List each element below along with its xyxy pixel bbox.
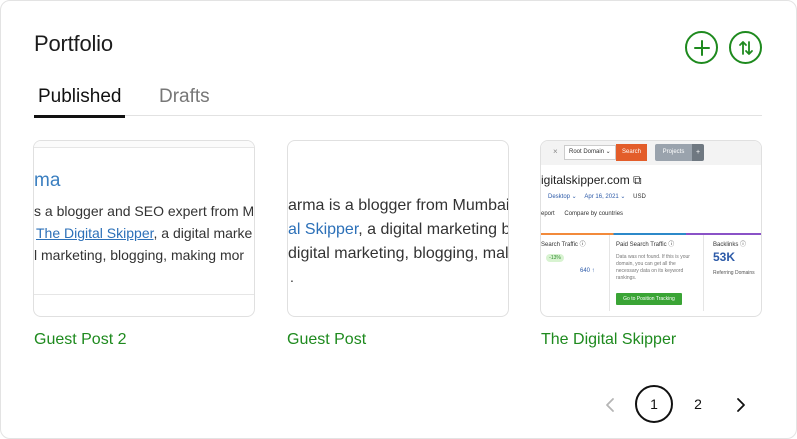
portfolio-card-thumbnail[interactable]: arma is a blogger from Mumbai, al Skippe… <box>287 140 509 317</box>
add-button[interactable] <box>685 31 718 64</box>
thumbnail-header-strip <box>34 141 254 148</box>
thumbnail-domain: igitalskipper.com ⧉ <box>541 173 642 187</box>
thumbnail-projects-button: Projects <box>655 144 692 161</box>
thumbnail-badge: -13% <box>546 254 564 262</box>
plus-icon <box>693 39 710 56</box>
thumbnail-divider <box>34 294 254 295</box>
close-icon: × <box>553 147 558 156</box>
thumbnail-text-line: al Skipper, a digital marketing bl <box>288 221 509 239</box>
thumbnail-date: Apr 16, 2021 ⌄ <box>584 194 626 200</box>
thumbnail-search-button: Search <box>616 144 647 161</box>
chevron-right-icon <box>737 398 745 412</box>
thumbnail-currency: USD <box>633 194 646 200</box>
card-title-guest-post[interactable]: Guest Post <box>287 331 366 349</box>
page-title: Portfolio <box>34 31 113 56</box>
thumbnail-toolbar: × Root Domain ⌄ Search Projects + <box>541 141 761 165</box>
thumbnail-text-line: The Digital Skipper, a digital marke <box>34 225 252 241</box>
plus-icon: + <box>692 144 704 161</box>
thumbnail-meta: Desktop ⌄ Apr 16, 2021 ⌄ USD <box>548 193 646 200</box>
pagination-page-1[interactable]: 1 <box>635 385 673 423</box>
thumbnail-column-divider <box>703 235 704 311</box>
pagination-page-2[interactable]: 2 <box>679 385 717 423</box>
sort-button[interactable] <box>729 31 762 64</box>
thumbnail-text: , a digital marke <box>153 225 253 241</box>
thumbnail-text: , a digital marketing bl <box>358 221 509 238</box>
thumbnail-device: Desktop ⌄ <box>548 194 577 200</box>
portfolio-card-thumbnail[interactable]: × Root Domain ⌄ Search Projects + igital… <box>540 140 762 317</box>
thumbnail-col-title: Paid Search Traffic ⓘ <box>616 242 675 248</box>
thumbnail-link: al Skipper <box>288 221 359 238</box>
thumbnail-column-divider <box>609 235 610 311</box>
thumbnail-tab: Compare by countries <box>564 211 624 217</box>
card-title-guest-post-2[interactable]: Guest Post 2 <box>34 331 127 349</box>
thumbnail-tab: eport <box>541 211 555 217</box>
portfolio-panel: Portfolio Published Drafts ma s a blogge… <box>0 0 797 439</box>
thumbnail-note: Data was not found. If this is your doma… <box>616 254 690 281</box>
thumbnail-big-value: 53K <box>713 250 736 264</box>
thumbnail-text-line: l marketing, blogging, making mor <box>34 247 245 263</box>
thumbnail-col-title: Backlinks ⓘ <box>713 242 747 248</box>
thumbnail-cta-button: Go to Position Tracking <box>616 293 682 305</box>
thumbnail-link: The Digital Skipper <box>36 225 154 241</box>
pagination-next-button[interactable] <box>731 393 751 417</box>
portfolio-card-thumbnail[interactable]: ma s a blogger and SEO expert from M The… <box>33 140 255 317</box>
thumbnail-color-divider <box>541 233 761 235</box>
pagination-prev-button[interactable] <box>600 393 620 417</box>
thumbnail-text-line: s a blogger and SEO expert from M <box>34 203 255 219</box>
portfolio-tabs: Published Drafts <box>34 86 762 118</box>
thumbnail-text-line: . <box>290 269 294 285</box>
thumbnail-col-title: Search Traffic ⓘ <box>541 242 586 248</box>
thumbnail-sub-label: Referring Domains <box>713 270 755 276</box>
thumbnail-dropdown: Root Domain ⌄ <box>564 145 616 160</box>
tab-drafts[interactable]: Drafts <box>159 86 210 115</box>
chevron-left-icon <box>606 398 614 412</box>
thumbnail-text-line: arma is a blogger from Mumbai, <box>288 197 509 214</box>
tab-published[interactable]: Published <box>34 86 126 118</box>
sort-arrows-icon <box>738 40 753 55</box>
thumbnail-text-line: digital marketing, blogging, mal <box>288 245 509 262</box>
thumbnail-value: 640 ↑ <box>580 268 595 274</box>
thumbnail-heading: ma <box>34 170 61 191</box>
thumbnail-tabs: eport Compare by countries <box>541 211 631 217</box>
card-title-the-digital-skipper[interactable]: The Digital Skipper <box>541 331 676 349</box>
